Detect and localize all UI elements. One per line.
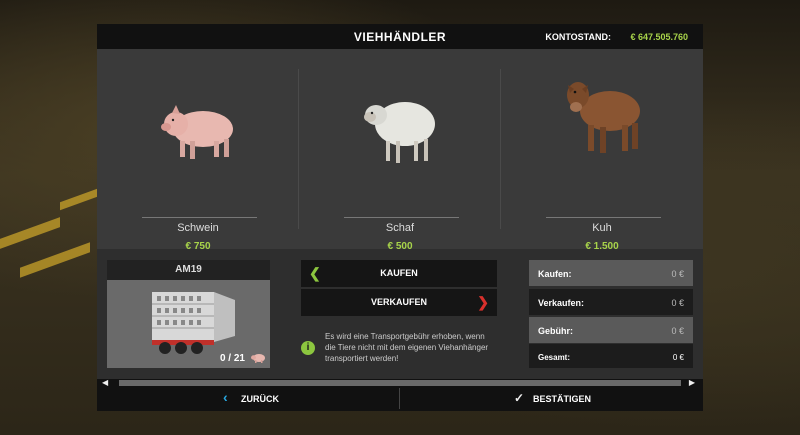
checkmark-icon: ✓ xyxy=(514,391,525,405)
back-button[interactable]: ‹ ZURÜCK xyxy=(97,386,399,411)
trailer-capacity: 0 / 21 xyxy=(219,353,245,364)
animal-card-cow[interactable]: Kuh € 1.500 xyxy=(501,49,703,252)
cost-value: 0 € xyxy=(671,326,684,336)
chevron-right-icon: ❯ xyxy=(477,294,489,310)
animal-name: Schwein xyxy=(177,222,219,234)
buy-label: KAUFEN xyxy=(380,268,418,278)
cost-row-sell: Verkaufen: 0 € xyxy=(529,289,693,315)
selection-pointer xyxy=(193,249,209,257)
dialog-title: VIEHHÄNDLER xyxy=(353,30,447,44)
trailer-name: AM19 xyxy=(107,260,270,280)
animal-selection: Schwein € 750 Schaf € 500 Kuh € 1.500 xyxy=(97,49,703,252)
animal-card-pig[interactable]: Schwein € 750 xyxy=(97,49,299,252)
sell-button[interactable]: VERKAUFEN ❯ xyxy=(301,289,497,316)
info-text: Es wird eine Transportgebühr erhoben, we… xyxy=(325,332,489,363)
cost-label: Kaufen: xyxy=(538,269,572,279)
pig-image xyxy=(161,105,233,159)
sheep-image xyxy=(364,102,435,163)
livestock-dealer-dialog: VIEHHÄNDLER KONTOSTAND: € 647.505.760 Sc… xyxy=(97,24,703,411)
animal-card-sheep[interactable]: Schaf € 500 xyxy=(299,49,501,252)
cow-image xyxy=(567,82,640,153)
cost-value: 0 € xyxy=(672,353,684,362)
info-icon: i xyxy=(301,341,315,355)
account-balance-label: KONTOSTAND: xyxy=(545,32,611,42)
cost-value: 0 € xyxy=(671,298,684,308)
account-balance-value: € 647.505.760 xyxy=(630,32,688,42)
trailer-card[interactable]: AM19 0 / 21 xyxy=(107,260,270,368)
cost-label: Verkaufen: xyxy=(538,298,585,308)
buy-button[interactable]: ❮ KAUFEN xyxy=(301,260,497,287)
cost-row-fee: Gebühr: 0 € xyxy=(529,317,693,343)
animal-name: Kuh xyxy=(592,222,612,234)
chevron-left-icon: ❮ xyxy=(309,265,321,281)
back-label: ZURÜCK xyxy=(241,394,279,404)
dialog-header: VIEHHÄNDLER KONTOSTAND: € 647.505.760 xyxy=(97,24,703,49)
cost-label: Gesamt: xyxy=(538,353,571,362)
underline xyxy=(344,217,459,218)
chevron-left-icon: ‹ xyxy=(223,389,228,405)
transport-fee-info: i Es wird eine Transportgebühr erhoben, … xyxy=(301,329,497,369)
dialog-footer: ‹ ZURÜCK ✓ BESTÄTIGEN xyxy=(97,386,703,411)
animal-name: Schaf xyxy=(385,222,415,234)
cost-row-buy: Kaufen: 0 € xyxy=(529,260,693,286)
pig-icon xyxy=(251,354,265,363)
cost-row-total: Gesamt: 0 € xyxy=(529,344,693,368)
sell-label: VERKAUFEN xyxy=(370,297,427,307)
transaction-area: AM19 0 / 21 ❮ KAUFEN VERKAUFEN ❯ i Es wi… xyxy=(97,249,703,386)
confirm-button[interactable]: ✓ BESTÄTIGEN xyxy=(400,386,703,411)
confirm-label: BESTÄTIGEN xyxy=(533,394,592,404)
trailer-image xyxy=(152,292,235,354)
cost-value: 0 € xyxy=(671,269,684,279)
underline xyxy=(546,217,661,218)
underline xyxy=(142,217,257,218)
cost-label: Gebühr: xyxy=(538,326,573,336)
